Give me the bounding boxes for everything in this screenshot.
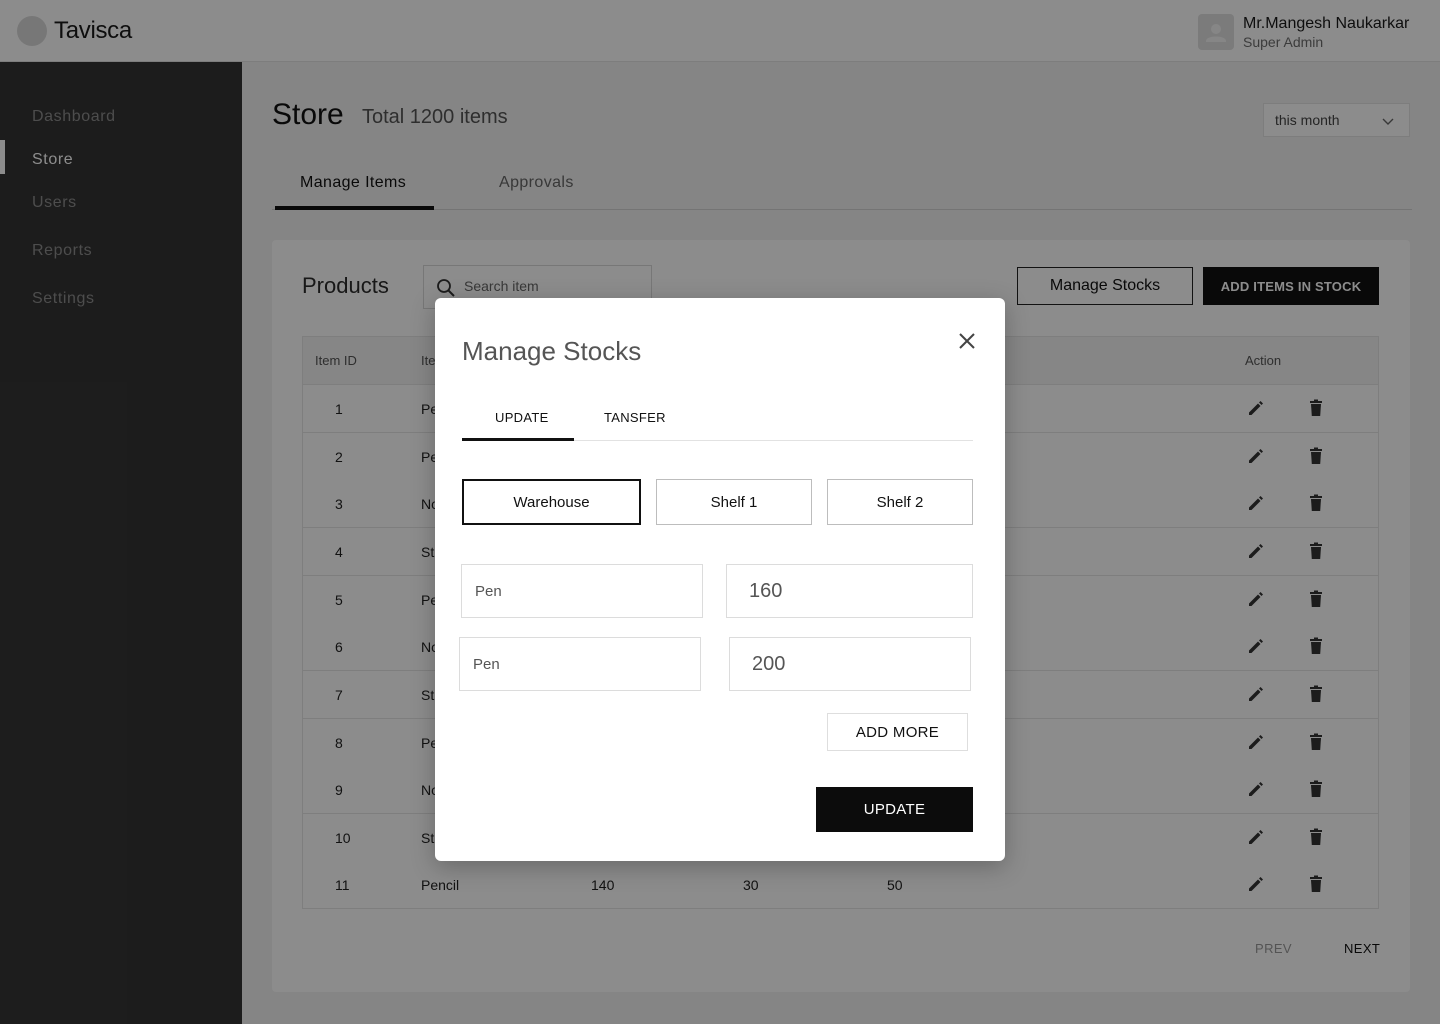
location-shelf-2-button[interactable]: Shelf 2 [827, 479, 973, 525]
quantity-field-2[interactable] [729, 637, 971, 691]
add-more-button[interactable]: ADD MORE [827, 713, 968, 751]
modal-tab-transfer[interactable]: TANSFER [604, 410, 666, 425]
manage-stocks-modal: Manage Stocks UPDATE TANSFER Warehouse S… [435, 298, 1005, 861]
quantity-field-1[interactable] [726, 564, 973, 618]
modal-tab-active-underline [462, 438, 574, 441]
location-warehouse-button[interactable]: Warehouse [462, 479, 641, 525]
location-shelf-1-button[interactable]: Shelf 1 [656, 479, 812, 525]
item-name-field-1[interactable] [461, 564, 703, 618]
update-button[interactable]: UPDATE [816, 787, 973, 832]
modal-title: Manage Stocks [462, 336, 642, 366]
modal-tab-update[interactable]: UPDATE [495, 410, 549, 425]
item-name-field-2[interactable] [459, 637, 701, 691]
close-icon[interactable] [957, 331, 977, 351]
